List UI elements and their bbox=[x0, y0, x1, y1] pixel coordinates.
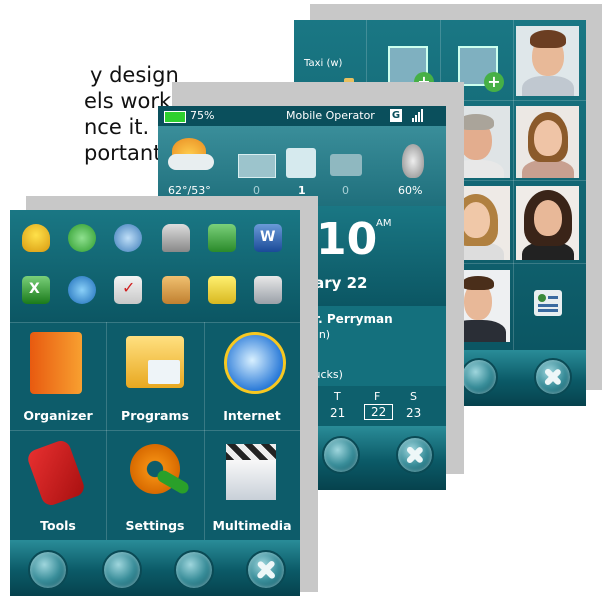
calculator-icon[interactable] bbox=[254, 276, 282, 304]
calls-icon[interactable] bbox=[286, 148, 316, 178]
phone-button-front[interactable] bbox=[174, 550, 214, 590]
excel-icon[interactable]: X bbox=[22, 276, 50, 304]
tile-tools-label: Tools bbox=[40, 518, 76, 533]
calendar-day-t: T bbox=[334, 390, 341, 403]
status-bar: 75% Mobile Operator G bbox=[158, 106, 446, 126]
sync-icon[interactable] bbox=[68, 224, 96, 252]
organizer-icon bbox=[30, 332, 82, 394]
battery-icon bbox=[164, 111, 186, 123]
background-text-line-3: nce it. bbox=[84, 115, 150, 139]
operator-name: Mobile Operator bbox=[286, 109, 375, 122]
contact-name-taxi[interactable]: Taxi (w) bbox=[304, 58, 342, 69]
word-icon[interactable]: W bbox=[254, 224, 282, 252]
search-note-icon[interactable] bbox=[208, 276, 236, 304]
programs-folder-icon bbox=[126, 336, 184, 388]
tile-internet-label: Internet bbox=[223, 408, 281, 423]
background-text-line-1: y design bbox=[90, 63, 179, 87]
contact-photo-1[interactable] bbox=[516, 26, 579, 96]
add-contact-icon-2[interactable]: + bbox=[458, 46, 504, 92]
start-menu-button[interactable] bbox=[102, 550, 142, 590]
phone-button[interactable] bbox=[460, 358, 498, 396]
internet-explorer-icon[interactable] bbox=[68, 276, 96, 304]
lightbulb-icon[interactable] bbox=[22, 224, 50, 252]
volume-icon[interactable] bbox=[402, 144, 424, 178]
tile-organizer[interactable]: Organizer bbox=[10, 322, 106, 430]
contact-photo-5[interactable] bbox=[516, 186, 579, 260]
tile-multimedia-label: Multimedia bbox=[212, 518, 292, 533]
voicemail-count: 0 bbox=[342, 184, 349, 197]
tile-programs[interactable]: Programs bbox=[106, 322, 204, 430]
battery-level: 75% bbox=[190, 109, 215, 122]
front-screen: W X ✓ Organizer Programs Internet Tools bbox=[10, 210, 300, 596]
tile-organizer-label: Organizer bbox=[23, 408, 93, 423]
background-text-line-4: portant bbox=[84, 141, 162, 165]
calendar-date-21[interactable]: 21 bbox=[330, 406, 345, 420]
front-bottom-bar bbox=[10, 540, 300, 596]
tile-multimedia[interactable]: Multimedia bbox=[204, 430, 300, 540]
globe-settings-icon[interactable] bbox=[114, 224, 142, 252]
signal-icon bbox=[412, 109, 426, 123]
notes-icon[interactable] bbox=[162, 276, 190, 304]
close-button-front[interactable] bbox=[246, 550, 286, 590]
contact-photo-3[interactable] bbox=[516, 106, 579, 178]
media-player-icon bbox=[226, 460, 276, 500]
tasks-icon[interactable]: ✓ bbox=[114, 276, 142, 304]
tile-programs-label: Programs bbox=[121, 408, 189, 423]
calendar-date-23[interactable]: 23 bbox=[406, 406, 421, 420]
contact-card-icon[interactable] bbox=[534, 290, 562, 316]
calendar-date-22-today[interactable]: 22 bbox=[364, 404, 394, 420]
tile-tools[interactable]: Tools bbox=[10, 430, 106, 540]
calendar-clock-button[interactable] bbox=[28, 550, 68, 590]
clock-ampm: AM bbox=[376, 218, 392, 229]
volume-level: 60% bbox=[398, 184, 423, 197]
voicemail-icon[interactable] bbox=[330, 154, 362, 176]
clock-time: 10 bbox=[316, 214, 378, 265]
calendar-day-s: S bbox=[410, 390, 417, 403]
weather-cloud-icon bbox=[168, 154, 214, 170]
clapperboard-icon bbox=[226, 444, 276, 460]
phone-button-middle[interactable] bbox=[322, 436, 360, 474]
icon-grid: W X ✓ bbox=[10, 210, 300, 322]
mail-icon[interactable] bbox=[238, 154, 276, 178]
lock-icon[interactable] bbox=[162, 224, 190, 252]
tile-internet[interactable]: Internet bbox=[204, 322, 300, 430]
status-tiles: 62°/53° 0 1 0 60% bbox=[158, 126, 446, 206]
file-explorer-icon[interactable] bbox=[208, 224, 236, 252]
network-badge: G bbox=[390, 109, 402, 122]
swiss-knife-icon bbox=[25, 438, 87, 508]
add-contact-icon[interactable]: + bbox=[388, 46, 434, 92]
calendar-day-f: F bbox=[374, 390, 381, 403]
tile-settings[interactable]: Settings bbox=[106, 430, 204, 540]
close-button-middle[interactable] bbox=[396, 436, 434, 474]
close-button-back[interactable] bbox=[534, 358, 572, 396]
internet-explorer-large-icon bbox=[224, 332, 286, 394]
tile-settings-label: Settings bbox=[125, 518, 185, 533]
